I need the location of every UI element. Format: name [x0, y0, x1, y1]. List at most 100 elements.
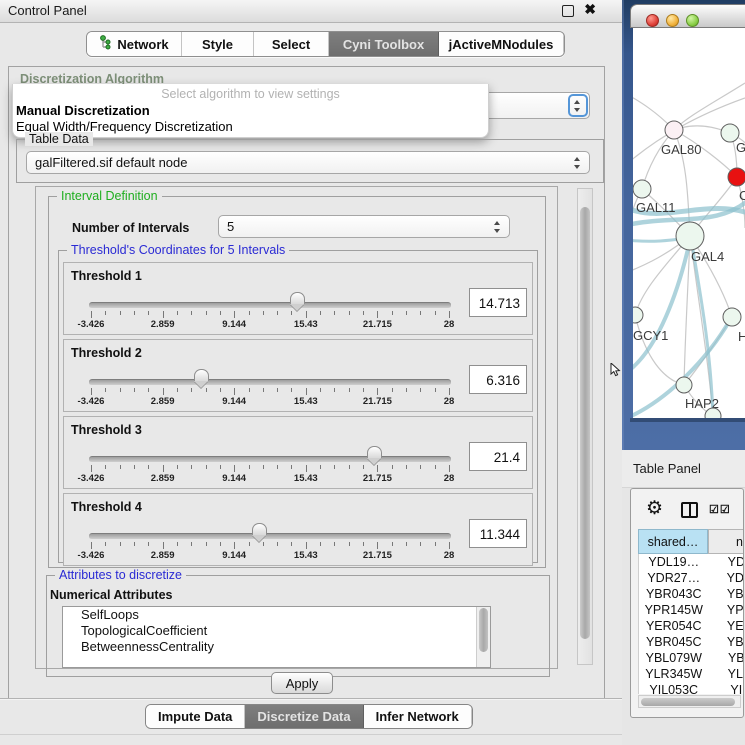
- threshold-value-field[interactable]: 14.713: [469, 288, 527, 317]
- table-data-combobox[interactable]: galFiltered.sif default node: [26, 151, 590, 174]
- table-horizontal-scrollbar[interactable]: [638, 695, 741, 708]
- threshold-slider-thumb[interactable]: [252, 523, 267, 535]
- table-row[interactable]: YBR043C YBR0: [639, 586, 744, 602]
- cell-shared-name[interactable]: YIL053C: [639, 682, 709, 694]
- column-header-name[interactable]: na: [708, 529, 744, 554]
- network-node[interactable]: [728, 168, 745, 186]
- cell-name[interactable]: YPR1: [709, 602, 745, 618]
- network-window-titlebar[interactable]: [630, 4, 745, 28]
- threshold-slider-thumb[interactable]: [290, 292, 305, 304]
- table-row[interactable]: YER054C YER0: [639, 618, 744, 634]
- zoom-traffic-light-icon[interactable]: [686, 14, 699, 27]
- cell-name[interactable]: YBL0: [709, 650, 745, 666]
- cell-shared-name[interactable]: YDL19…: [639, 554, 709, 570]
- network-node[interactable]: [665, 121, 683, 139]
- column-header-shared-name[interactable]: shared…: [638, 529, 708, 554]
- cell-shared-name[interactable]: YPR145W: [639, 602, 709, 618]
- control-panel-title: Control Panel: [8, 3, 87, 18]
- cell-name[interactable]: YER0: [709, 618, 745, 634]
- tab[interactable]: Network: [87, 32, 182, 56]
- algorithm-dropdown-popup: Select algorithm to view settings Manual…: [12, 84, 489, 138]
- mode-tab[interactable]: Impute Data: [146, 705, 245, 728]
- attributes-scrollbar[interactable]: [476, 607, 490, 667]
- close-panel-icon[interactable]: ✖: [584, 1, 596, 18]
- float-panel-icon[interactable]: [562, 5, 574, 17]
- threshold-slider-thumb[interactable]: [194, 369, 209, 381]
- table-row[interactable]: YLR345W YLR3: [639, 666, 744, 682]
- attribute-item[interactable]: BetweennessCentrality: [63, 639, 490, 655]
- network-node[interactable]: [633, 180, 651, 198]
- mode-tab[interactable]: Infer Network: [364, 705, 472, 728]
- cell-name[interactable]: YDL1: [709, 554, 745, 570]
- table-scrollbar-thumb[interactable]: [641, 698, 735, 706]
- network-edge[interactable]: [642, 130, 674, 189]
- attribute-item[interactable]: TopologicalCoefficient: [63, 623, 490, 639]
- columns-icon[interactable]: [681, 502, 698, 518]
- cell-shared-name[interactable]: YBR043C: [639, 586, 709, 602]
- tab[interactable]: Select: [254, 32, 329, 56]
- table-row[interactable]: YDL19… YDL1: [639, 554, 744, 570]
- panel-scrollbar-thumb[interactable]: [580, 207, 590, 639]
- table-row[interactable]: YIL053C YIL0: [639, 682, 744, 694]
- tab[interactable]: Cyni Toolbox: [329, 32, 439, 56]
- threshold-value-field[interactable]: 6.316: [469, 365, 527, 394]
- table-row[interactable]: YBR045C YBR0: [639, 634, 744, 650]
- network-node[interactable]: [676, 222, 704, 250]
- attributes-scrollbar-thumb[interactable]: [479, 608, 488, 652]
- network-edge[interactable]: [635, 315, 684, 385]
- table-row[interactable]: YBL079W YBL0: [639, 650, 744, 666]
- cell-shared-name[interactable]: YDR27…: [639, 570, 709, 586]
- attribute-item[interactable]: SelfLoops: [63, 607, 490, 623]
- minimize-traffic-light-icon[interactable]: [666, 14, 679, 27]
- network-canvas[interactable]: GAL80GACGAL11GAL4GCY1HHAP2: [633, 28, 745, 418]
- control-panel-tabs: Network Style Select Cyni Toolbox: [86, 31, 565, 57]
- table-header-row: shared… na: [638, 529, 744, 554]
- numerical-attributes-list[interactable]: SelfLoops TopologicalCoefficient Between…: [62, 606, 491, 668]
- attributes-group-title: Attributes to discretize: [55, 568, 186, 582]
- mode-tab-label: Impute Data: [158, 709, 232, 724]
- network-edge[interactable]: [674, 83, 745, 130]
- separator-highlight: [0, 699, 622, 700]
- network-node[interactable]: [676, 377, 692, 393]
- algorithm-placeholder: Select algorithm to view settings: [13, 87, 488, 101]
- close-traffic-light-icon[interactable]: [646, 14, 659, 27]
- cell-name[interactable]: YDR2: [709, 570, 745, 586]
- cell-shared-name[interactable]: YBR045C: [639, 634, 709, 650]
- numerical-attributes-label: Numerical Attributes: [50, 588, 172, 602]
- number-of-intervals-combobox[interactable]: 5: [218, 215, 510, 238]
- tab-label: Style: [202, 37, 233, 52]
- cyni-mode-tabs: Impute Data Discretize Data Infer Networ…: [145, 704, 473, 729]
- network-node-label: H: [738, 329, 745, 344]
- cell-shared-name[interactable]: YER054C: [639, 618, 709, 634]
- node-table: shared… na YDL19… YDL1 YDR27… YDR2 YBR04…: [638, 529, 744, 694]
- threshold-value-field[interactable]: 21.4: [469, 442, 527, 471]
- combo-focus-ring: [568, 94, 588, 117]
- network-node[interactable]: [633, 307, 643, 323]
- threshold-slider-ticks: -3.4262.8599.14415.4321.71528: [64, 340, 532, 411]
- threshold-slider-thumb[interactable]: [367, 446, 382, 458]
- mouse-cursor: [610, 363, 622, 377]
- table-data-group-title: Table Data: [25, 132, 93, 146]
- network-edge-thick[interactable]: [633, 240, 690, 372]
- cell-name[interactable]: YBR0: [709, 586, 745, 602]
- cell-shared-name[interactable]: YLR345W: [639, 666, 709, 682]
- tab[interactable]: Style: [182, 32, 254, 56]
- apply-button[interactable]: Apply: [271, 672, 333, 694]
- window-shadow: [630, 418, 745, 422]
- cell-name[interactable]: YLR3: [709, 666, 745, 682]
- cell-name[interactable]: YIL0: [709, 682, 745, 694]
- mode-tab[interactable]: Discretize Data: [245, 705, 363, 728]
- tab[interactable]: jActiveMNodules: [439, 32, 564, 56]
- table-row[interactable]: YPR145W YPR1: [639, 602, 744, 618]
- threshold-value-field[interactable]: 11.344: [469, 519, 527, 548]
- algorithm-option-manual[interactable]: Manual Discretization: [16, 103, 150, 118]
- table-row[interactable]: YDR27… YDR2: [639, 570, 744, 586]
- tab-label: Network: [117, 37, 168, 52]
- select-checkboxes-icon[interactable]: ☑☑: [709, 503, 731, 516]
- cell-shared-name[interactable]: YBL079W: [639, 650, 709, 666]
- cell-name[interactable]: YBR0: [709, 634, 745, 650]
- table-data-selected: galFiltered.sif default node: [35, 155, 187, 170]
- gear-icon[interactable]: ⚙: [646, 499, 663, 518]
- network-node[interactable]: [723, 308, 741, 326]
- panel-vertical-scrollbar[interactable]: [577, 188, 593, 665]
